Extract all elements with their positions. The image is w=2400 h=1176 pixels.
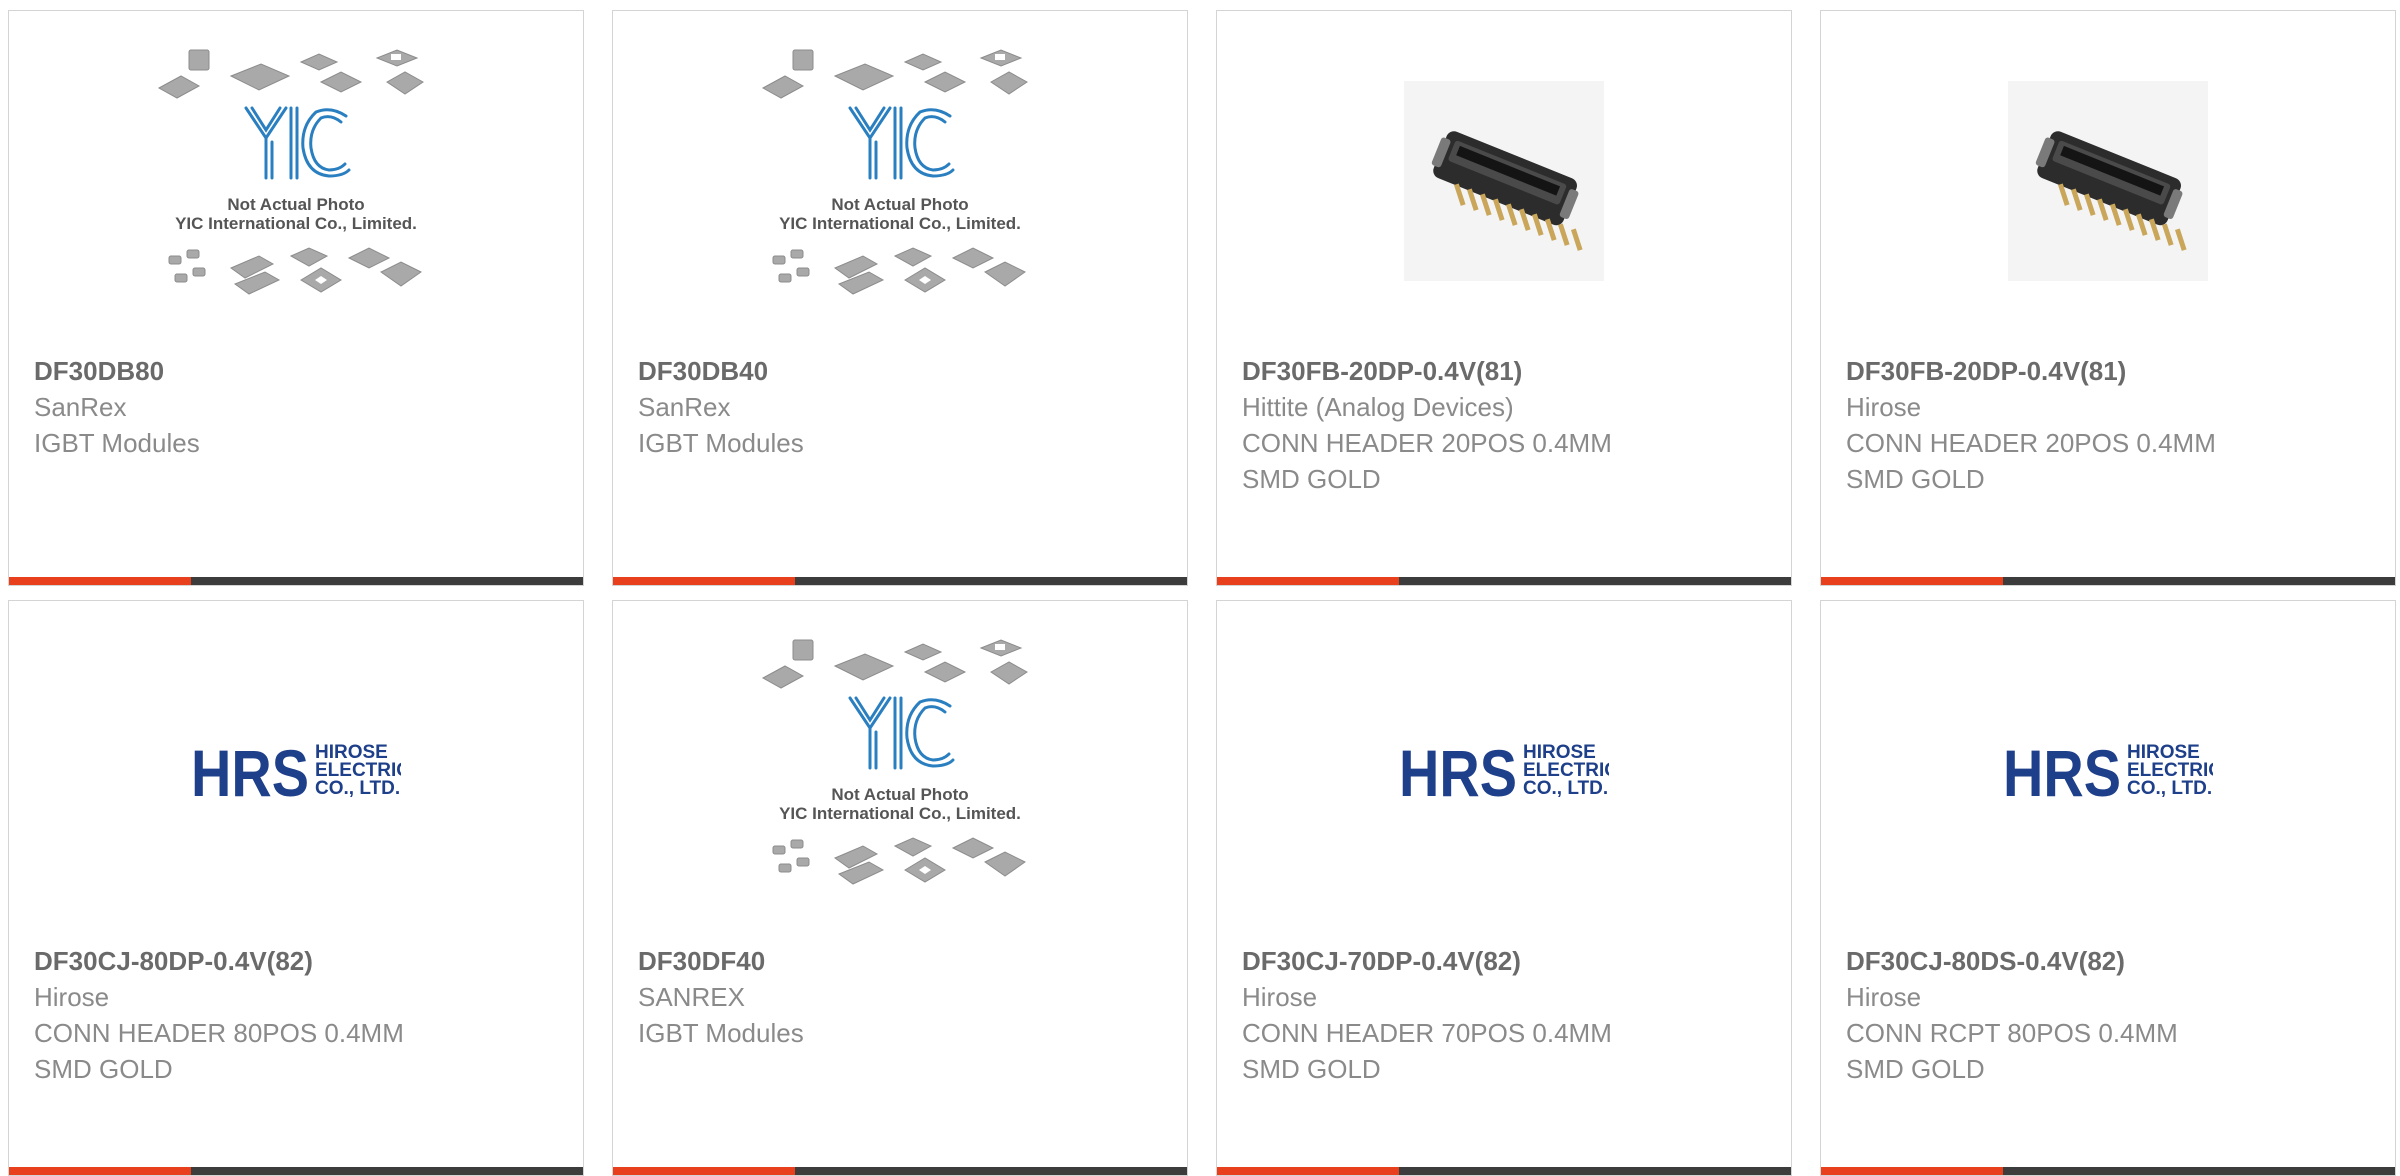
product-info: DF30FB-20DP-0.4V(81) Hittite (Analog Dev…: [1242, 353, 1771, 497]
yic-placeholder-image: Not Actual Photo YIC International Co., …: [761, 639, 1028, 885]
manufacturer: Hirose: [34, 982, 110, 1012]
card-bottom-bar: [1821, 1167, 2395, 1175]
manufacturer: Hirose: [1242, 982, 1318, 1012]
manufacturer: SanRex: [34, 392, 127, 422]
hrs-logo: HRS HIROSE ELECTRIC CO., LTD.: [1399, 736, 1609, 806]
part-number[interactable]: DF30FB-20DP-0.4V(81): [1242, 353, 1771, 389]
connector-photo: [1404, 81, 1604, 281]
description-line1: CONN HEADER 70POS 0.4MM: [1242, 1018, 1612, 1048]
yic-placeholder-image: Not Actual Photo YIC International Co., …: [157, 49, 424, 295]
placeholder-line1: Not Actual Photo: [227, 195, 364, 214]
hrs-mark: HRS: [1399, 736, 1517, 806]
product-image[interactable]: [1217, 11, 1791, 351]
product-info: DF30DB80 SanRex IGBT Modules: [34, 353, 563, 461]
hrs-line3: CO., LTD.: [1523, 778, 1608, 799]
part-number[interactable]: DF30DB40: [638, 353, 1167, 389]
product-info: DF30CJ-70DP-0.4V(82) Hirose CONN HEADER …: [1242, 943, 1771, 1087]
yic-placeholder-image: Not Actual Photo YIC International Co., …: [761, 49, 1028, 295]
placeholder-line1: Not Actual Photo: [831, 195, 968, 214]
connector-photo: [2008, 81, 2208, 281]
product-image[interactable]: HRS HIROSE ELECTRIC CO., LTD.: [9, 601, 583, 941]
description-line1: IGBT Modules: [638, 1018, 804, 1048]
description-line2: SMD GOLD: [1846, 464, 1985, 494]
part-number[interactable]: DF30FB-20DP-0.4V(81): [1846, 353, 2375, 389]
description-line2: SMD GOLD: [1846, 1054, 1985, 1084]
description-line1: CONN HEADER 80POS 0.4MM: [34, 1018, 404, 1048]
product-info: DF30CJ-80DP-0.4V(82) Hirose CONN HEADER …: [34, 943, 563, 1087]
product-image[interactable]: [1821, 11, 2395, 351]
product-card[interactable]: Not Actual Photo YIC International Co., …: [8, 10, 584, 586]
hrs-line3: CO., LTD.: [2127, 778, 2212, 799]
card-accent-bar: [1821, 1167, 2003, 1175]
manufacturer: SanRex: [638, 392, 731, 422]
product-card[interactable]: DF30FB-20DP-0.4V(81) Hirose CONN HEADER …: [1820, 10, 2396, 586]
product-info: DF30DB40 SanRex IGBT Modules: [638, 353, 1167, 461]
description-line1: CONN HEADER 20POS 0.4MM: [1846, 428, 2216, 458]
product-image[interactable]: HRS HIROSE ELECTRIC CO., LTD.: [1217, 601, 1791, 941]
product-image[interactable]: Not Actual Photo YIC International Co., …: [613, 11, 1187, 351]
card-accent-bar: [1217, 1167, 1399, 1175]
card-accent-bar: [9, 577, 191, 585]
card-accent-bar: [9, 1167, 191, 1175]
product-card[interactable]: HRS HIROSE ELECTRIC CO., LTD. DF30CJ-80D…: [1820, 600, 2396, 1176]
product-card[interactable]: HRS HIROSE ELECTRIC CO., LTD. DF30CJ-70D…: [1216, 600, 1792, 1176]
product-card[interactable]: HRS HIROSE ELECTRIC CO., LTD. DF30CJ-80D…: [8, 600, 584, 1176]
product-info: DF30CJ-80DS-0.4V(82) Hirose CONN RCPT 80…: [1846, 943, 2375, 1087]
product-info: DF30DF40 SANREX IGBT Modules: [638, 943, 1167, 1051]
manufacturer: SANREX: [638, 982, 745, 1012]
card-bottom-bar: [1821, 577, 2395, 585]
description-line2: SMD GOLD: [1242, 464, 1381, 494]
card-accent-bar: [1821, 577, 2003, 585]
manufacturer: Hirose: [1846, 982, 1922, 1012]
card-bottom-bar: [9, 577, 583, 585]
description-line1: CONN HEADER 20POS 0.4MM: [1242, 428, 1612, 458]
hrs-mark: HRS: [191, 736, 309, 806]
manufacturer: Hirose: [1846, 392, 1922, 422]
product-card[interactable]: Not Actual Photo YIC International Co., …: [612, 10, 1188, 586]
placeholder-line2: YIC International Co., Limited.: [779, 214, 1021, 233]
card-bottom-bar: [613, 1167, 1187, 1175]
description-line1: CONN RCPT 80POS 0.4MM: [1846, 1018, 2178, 1048]
placeholder-line2: YIC International Co., Limited.: [779, 804, 1021, 823]
product-image[interactable]: Not Actual Photo YIC International Co., …: [613, 601, 1187, 941]
description-line2: SMD GOLD: [1242, 1054, 1381, 1084]
description-line1: IGBT Modules: [34, 428, 200, 458]
hrs-line3: CO., LTD.: [315, 778, 400, 799]
card-bottom-bar: [9, 1167, 583, 1175]
card-accent-bar: [613, 577, 795, 585]
card-bottom-bar: [613, 577, 1187, 585]
part-number[interactable]: DF30DB80: [34, 353, 563, 389]
part-number[interactable]: DF30CJ-80DP-0.4V(82): [34, 943, 563, 979]
product-image[interactable]: Not Actual Photo YIC International Co., …: [9, 11, 583, 351]
part-number[interactable]: DF30DF40: [638, 943, 1167, 979]
product-card[interactable]: Not Actual Photo YIC International Co., …: [612, 600, 1188, 1176]
product-info: DF30FB-20DP-0.4V(81) Hirose CONN HEADER …: [1846, 353, 2375, 497]
part-number[interactable]: DF30CJ-80DS-0.4V(82): [1846, 943, 2375, 979]
hrs-logo: HRS HIROSE ELECTRIC CO., LTD.: [191, 736, 401, 806]
card-accent-bar: [1217, 577, 1399, 585]
manufacturer: Hittite (Analog Devices): [1242, 392, 1514, 422]
placeholder-line1: Not Actual Photo: [831, 785, 968, 804]
card-bottom-bar: [1217, 577, 1791, 585]
product-image[interactable]: HRS HIROSE ELECTRIC CO., LTD.: [1821, 601, 2395, 941]
card-accent-bar: [613, 1167, 795, 1175]
part-number[interactable]: DF30CJ-70DP-0.4V(82): [1242, 943, 1771, 979]
hrs-logo: HRS HIROSE ELECTRIC CO., LTD.: [2003, 736, 2213, 806]
product-card[interactable]: DF30FB-20DP-0.4V(81) Hittite (Analog Dev…: [1216, 10, 1792, 586]
card-bottom-bar: [1217, 1167, 1791, 1175]
description-line1: IGBT Modules: [638, 428, 804, 458]
placeholder-line2: YIC International Co., Limited.: [175, 214, 417, 233]
description-line2: SMD GOLD: [34, 1054, 173, 1084]
hrs-mark: HRS: [2003, 736, 2121, 806]
